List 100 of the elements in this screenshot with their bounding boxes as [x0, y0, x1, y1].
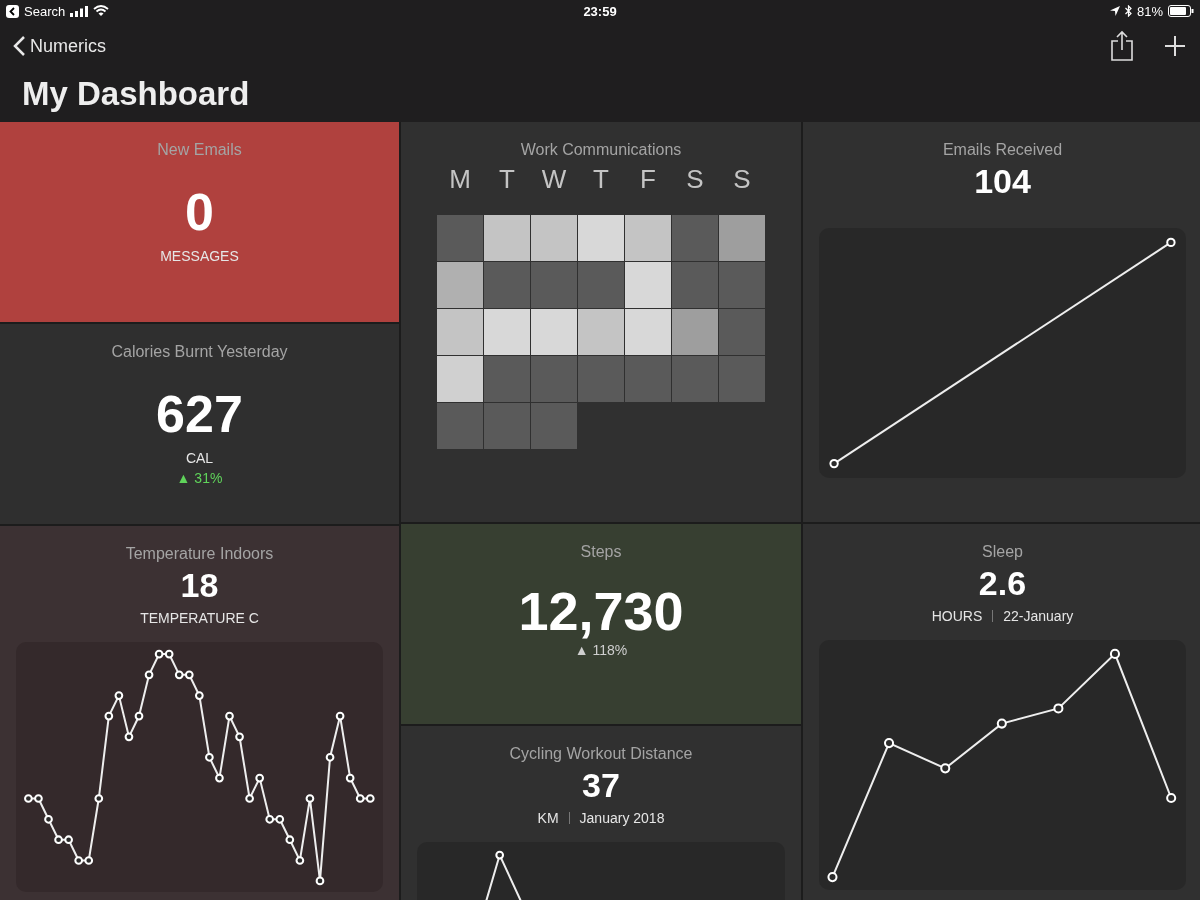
- change-indicator: ▲ 31%: [176, 470, 223, 486]
- weekday-label: S: [732, 164, 752, 195]
- period-label: 22-January: [1003, 608, 1074, 624]
- bluetooth-icon: [1124, 5, 1132, 17]
- data-point: [315, 876, 325, 886]
- chart-tile[interactable]: Sleep 2.6 HOURS 22-January: [803, 524, 1200, 900]
- data-point: [74, 856, 84, 865]
- data-point: [335, 711, 345, 721]
- data-point: [174, 670, 184, 680]
- data-point: [996, 718, 1007, 729]
- weekday-label: W: [540, 164, 568, 195]
- data-point: [355, 794, 365, 803]
- metric-value: 104: [974, 164, 1031, 198]
- chart-tile[interactable]: Cycling Workout Distance 37 KM January 2018: [401, 726, 801, 900]
- add-button[interactable]: [1164, 35, 1186, 57]
- battery-icon: [1168, 5, 1194, 17]
- data-point: [134, 711, 144, 721]
- data-point: [54, 835, 63, 845]
- data-point: [194, 691, 204, 700]
- data-point: [255, 773, 264, 783]
- metric-value: 12,730: [518, 584, 684, 638]
- data-point: [154, 649, 164, 659]
- metric-tile[interactable]: Steps 12,730 ▲ 118%: [401, 524, 801, 724]
- data-point: [235, 732, 244, 742]
- weekday-label: T: [498, 164, 516, 195]
- metric-value: 18: [180, 568, 219, 602]
- data-point: [225, 711, 234, 721]
- metric-unit: HOURS: [931, 608, 983, 624]
- weekday-label: S: [685, 164, 705, 195]
- data-point: [940, 763, 951, 774]
- chart-tile[interactable]: Emails Received 104: [803, 122, 1200, 522]
- data-point: [64, 835, 73, 845]
- share-button[interactable]: [1110, 30, 1134, 62]
- plus-icon: [1164, 35, 1186, 57]
- data-point: [205, 752, 214, 762]
- data-point: [84, 856, 94, 865]
- data-point: [245, 794, 254, 803]
- data-point: [215, 773, 224, 783]
- metric-unit: MESSAGES: [160, 248, 239, 264]
- data-point: [44, 814, 53, 824]
- data-point: [144, 670, 154, 680]
- wifi-icon: [93, 5, 110, 17]
- data-point: [265, 814, 275, 824]
- weekday-label: M: [448, 164, 472, 195]
- period-label: January 2018: [579, 810, 665, 826]
- tile-title: Work Communications: [520, 140, 682, 160]
- battery-percent: 81%: [1136, 3, 1163, 19]
- data-point: [1166, 237, 1176, 248]
- metric-value: 0: [185, 186, 214, 238]
- tile-title: Temperature Indoors: [125, 544, 274, 564]
- metric-value: 2.6: [978, 566, 1027, 600]
- data-point: [24, 794, 33, 803]
- metric-value: 37: [582, 768, 620, 802]
- metric-unit: CAL: [185, 450, 214, 466]
- back-button[interactable]: Numerics: [12, 35, 106, 57]
- data-point: [365, 794, 375, 803]
- location-arrow-icon: [1109, 6, 1120, 16]
- tile-title: Steps: [580, 542, 622, 562]
- metric-tile[interactable]: New Emails 0 MESSAGES: [0, 122, 399, 322]
- share-icon: [1110, 30, 1134, 62]
- data-point: [104, 711, 114, 721]
- data-point: [1109, 648, 1120, 659]
- data-point: [184, 670, 194, 680]
- tile-title: New Emails: [157, 140, 242, 160]
- data-point: [495, 850, 505, 860]
- data-point: [1166, 792, 1177, 804]
- data-point: [164, 649, 174, 659]
- data-point: [325, 752, 335, 762]
- data-point: [124, 732, 134, 742]
- metric-unit: TEMPERATURE C: [140, 610, 259, 626]
- chart-tile[interactable]: Temperature Indoors 18 TEMPERATURE C: [0, 526, 399, 900]
- metric-unit: KM: [537, 810, 559, 826]
- data-point: [345, 773, 355, 783]
- page-title: My Dashboard: [21, 74, 251, 114]
- data-point: [94, 794, 104, 803]
- data-point: [114, 691, 124, 700]
- weekday-label: T: [592, 164, 610, 195]
- metric-tile[interactable]: Calories Burnt Yesterday 627 CAL ▲ 31%: [0, 324, 399, 524]
- data-point: [1053, 703, 1064, 714]
- chevron-left-icon: [12, 35, 26, 57]
- back-badge-icon: [6, 4, 19, 18]
- heatmap-tile[interactable]: Work Communications M T W T F S S: [401, 122, 801, 522]
- data-point: [829, 458, 839, 469]
- tile-title: Calories Burnt Yesterday: [111, 342, 288, 362]
- tile-title: Sleep: [982, 542, 1023, 562]
- data-point: [827, 872, 838, 883]
- metric-value: 627: [156, 388, 243, 440]
- tile-title: Cycling Workout Distance: [509, 744, 693, 764]
- signal-icon: [70, 5, 89, 17]
- tile-title: Emails Received: [942, 140, 1063, 160]
- change-indicator: ▲ 118%: [574, 642, 628, 658]
- data-point: [34, 794, 43, 803]
- data-point: [305, 794, 315, 803]
- weekday-label: F: [639, 164, 657, 195]
- data-point: [295, 856, 305, 865]
- data-point: [285, 835, 295, 845]
- data-point: [275, 814, 285, 824]
- data-point: [884, 738, 895, 749]
- clock: 23:59: [583, 3, 617, 19]
- back-app-label[interactable]: Search: [24, 3, 66, 19]
